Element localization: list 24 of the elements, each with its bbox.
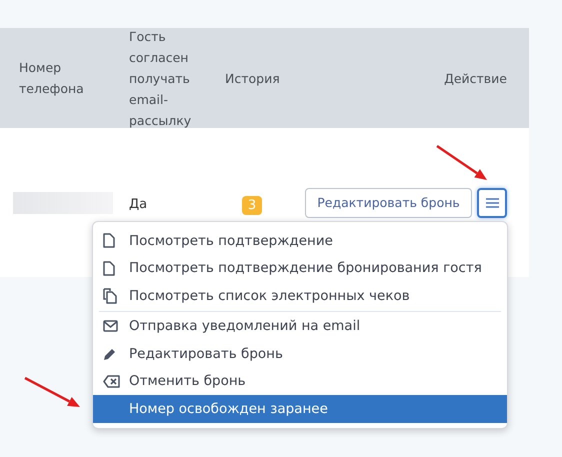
documents-icon — [103, 288, 117, 304]
pencil-icon — [103, 346, 117, 361]
menu-item[interactable]: Номер освобожден заранее — [93, 395, 507, 422]
menu-icon — [486, 198, 498, 208]
menu-item[interactable]: Посмотреть подтверждение — [93, 227, 507, 254]
menu-item[interactable]: Отправка уведомлений на email — [93, 312, 507, 340]
menu-item[interactable]: Посмотреть подтверждение бронирования гостя — [93, 254, 507, 282]
menu-item[interactable]: Посмотреть список электронных чеков — [93, 282, 507, 310]
annotation-arrow — [24, 376, 80, 407]
column-header: Действие — [444, 70, 507, 88]
menu-item[interactable]: Редактировать бронь — [93, 340, 507, 368]
document-icon — [103, 260, 115, 276]
column-header: История — [225, 70, 280, 88]
menu-item[interactable]: Отменить бронь — [93, 368, 507, 395]
edit-booking-button[interactable]: Редактировать бронь — [305, 188, 472, 218]
column-header: Номер телефона — [19, 59, 85, 98]
menu-button[interactable] — [477, 188, 507, 218]
table-cell-text: Да — [129, 196, 148, 214]
column-header: Гость согласен получать email-рассылку — [129, 28, 192, 130]
annotation-arrow — [436, 144, 487, 180]
mail-icon — [103, 320, 118, 332]
document-icon — [103, 233, 115, 248]
count-badge: 3 — [242, 196, 262, 215]
backspace-icon — [103, 374, 120, 388]
